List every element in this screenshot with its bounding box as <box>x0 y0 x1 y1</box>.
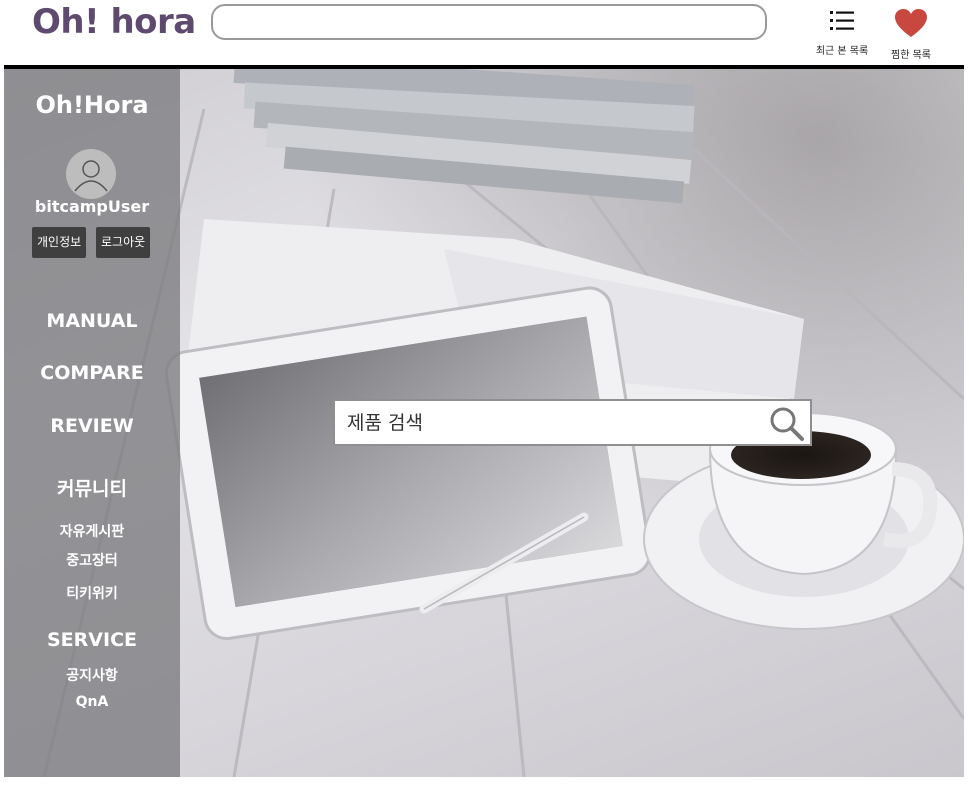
logout-button[interactable]: 로그아웃 <box>96 227 151 258</box>
header-search-input[interactable] <box>211 4 767 40</box>
product-search-input[interactable] <box>347 401 757 444</box>
site-logo[interactable]: Oh! hora <box>32 2 196 42</box>
recent-items-button[interactable]: 최근 본 목록 <box>812 8 872 57</box>
product-search-box <box>333 399 812 446</box>
wishlist-label: 찜한 목록 <box>891 50 931 61</box>
menu-review[interactable]: REVIEW <box>4 415 180 437</box>
recent-items-label: 최근 본 목록 <box>815 46 869 57</box>
heart-icon <box>895 9 927 37</box>
list-icon <box>830 11 854 30</box>
search-icon <box>770 407 804 441</box>
header: Oh! hora 최근 본 목록 찜한 목록 <box>0 0 969 66</box>
menu-item-used-market[interactable]: 중고장터 <box>4 550 180 570</box>
username: bitcampUser <box>34 197 150 216</box>
menu-item-qna[interactable]: QnA <box>4 694 180 710</box>
menu-manual[interactable]: MANUAL <box>4 310 180 332</box>
menu-item-tikiwiki[interactable]: 티키위키 <box>4 583 180 603</box>
menu-compare[interactable]: COMPARE <box>4 362 180 384</box>
user-avatar-icon[interactable] <box>66 149 116 199</box>
menu-community[interactable]: 커뮤니티 <box>4 474 180 501</box>
search-button[interactable] <box>768 405 806 443</box>
menu-item-free-board[interactable]: 자유게시판 <box>4 521 180 541</box>
menu-service[interactable]: SERVICE <box>4 629 180 651</box>
menu-item-notice[interactable]: 공지사항 <box>4 665 180 685</box>
wishlist-button[interactable]: 찜한 목록 <box>881 8 941 61</box>
profile-button[interactable]: 개인정보 <box>32 227 87 258</box>
sidebar: Oh!Hora bitcampUser 개인정보 로그아웃 MANUAL COM… <box>4 69 180 777</box>
sidebar-brand[interactable]: Oh!Hora <box>4 91 180 119</box>
